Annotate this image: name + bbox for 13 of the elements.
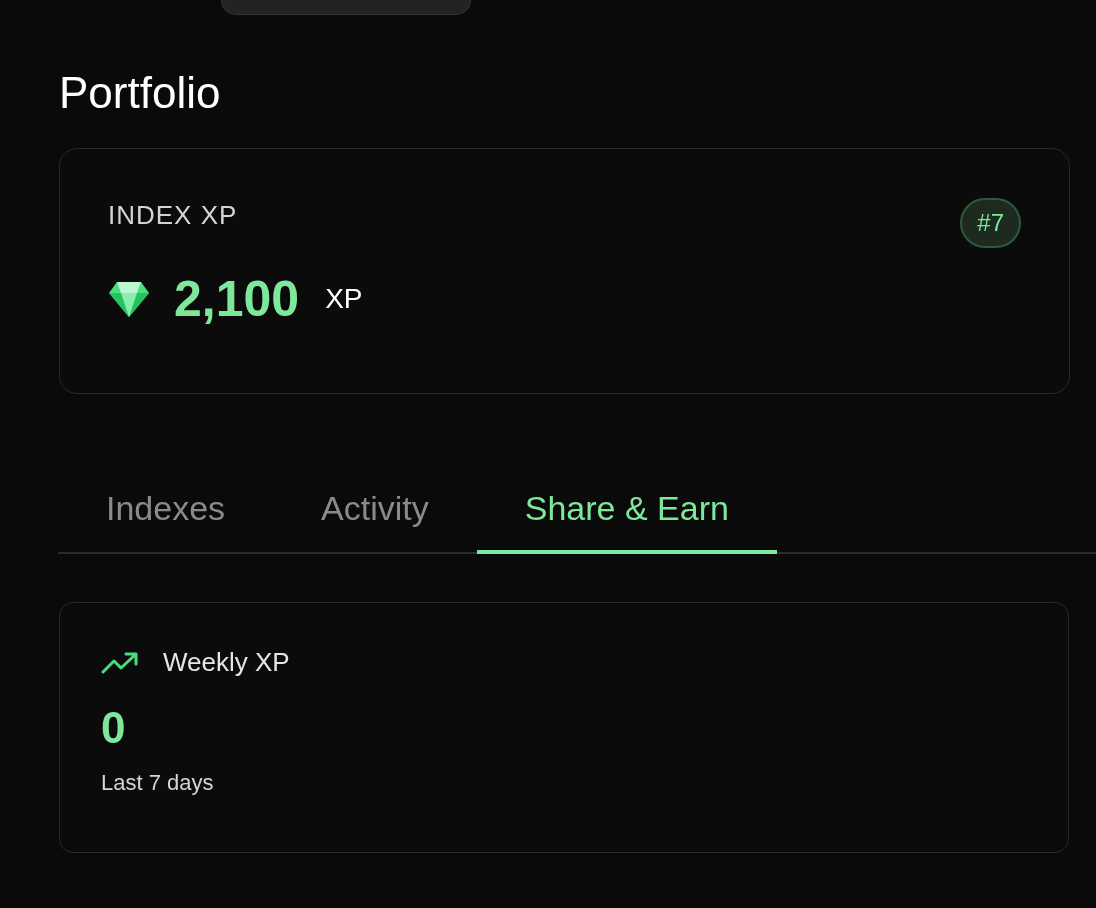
caption: Last 7 days — [101, 769, 215, 797]
xp-amount: 2,100 — [174, 270, 300, 329]
card-label: Weekly XP — [163, 646, 290, 679]
gem-icon — [108, 280, 150, 318]
page-title: Portfolio — [59, 67, 222, 119]
trend-up-icon — [101, 651, 139, 674]
tab[interactable]: Activity — [273, 462, 477, 554]
xp-unit: XP — [325, 282, 363, 316]
card-label: INDEX XP — [108, 199, 238, 231]
rank-badge: #7 — [960, 198, 1021, 248]
tab[interactable]: Share & Earn — [476, 462, 777, 554]
weekly-value: 0 — [101, 702, 127, 754]
tab[interactable]: Indexes — [58, 462, 274, 554]
